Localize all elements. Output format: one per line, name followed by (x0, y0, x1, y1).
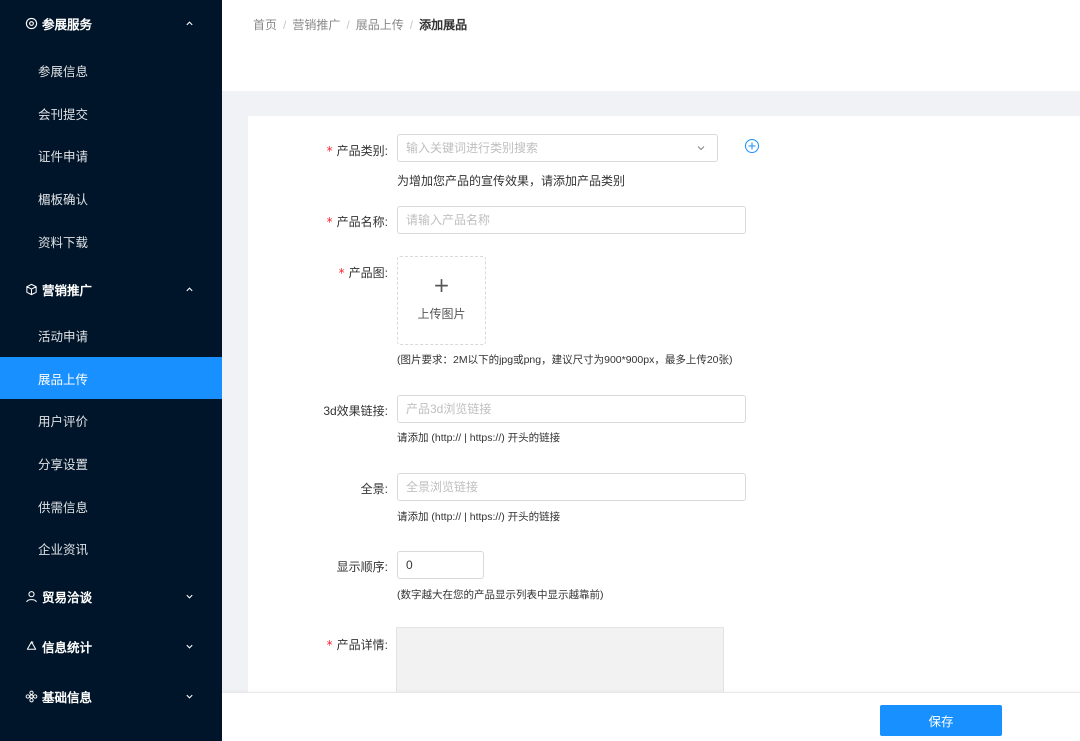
display-order-input[interactable] (397, 551, 484, 579)
link3d-help: 请添加 (http:// | https://) 开头的链接 (397, 432, 561, 444)
menu-group-basic-info[interactable]: 基础信息 (0, 673, 222, 719)
panorama-help: 请添加 (http:// | https://) 开头的链接 (397, 511, 561, 523)
menu-group-label: 基础信息 (42, 690, 93, 705)
link3d-input[interactable] (397, 395, 746, 423)
sidebar-item-catalog-submission[interactable]: 会刊提交 (0, 92, 222, 134)
breadcrumb-separator: / (283, 17, 287, 32)
breadcrumb-current: 添加展品 (419, 18, 468, 32)
menu-group-exhibition-services[interactable]: 参展服务 (0, 0, 222, 46)
breadcrumb-separator: / (346, 17, 350, 32)
breadcrumb-home[interactable]: 首页 (253, 16, 277, 33)
chevron-down-icon (184, 591, 194, 601)
category-help: 为增加您产品的宣传效果，请添加产品类别 (397, 174, 626, 188)
form-footer: 保存 (222, 692, 1080, 741)
breadcrumb-separator: / (409, 17, 414, 32)
image-upload[interactable]: + 上传图片 (397, 256, 486, 345)
target-icon (24, 16, 38, 30)
chevron-up-icon (184, 284, 194, 294)
sidebar-item-share-settings[interactable]: 分享设置 (0, 442, 222, 484)
chevron-down-icon (184, 641, 194, 651)
chevron-up-icon (184, 18, 194, 28)
breadcrumb: 首页 / 营销推广 / 展品上传 / 添加展品 (253, 16, 467, 33)
detail-label: * 产品详情: (326, 638, 388, 652)
sidebar-item-certificate-application[interactable]: 证件申请 (0, 134, 222, 176)
detail-editor[interactable] (396, 627, 724, 696)
breadcrumb-marketing[interactable]: 营销推广 (292, 16, 340, 33)
menu-group-statistics[interactable]: 信息统计 (0, 623, 222, 669)
menu-group-trade-negotiation[interactable]: 贸易洽谈 (0, 573, 222, 619)
add-circle-icon[interactable] (744, 138, 760, 154)
breadcrumb-product-upload[interactable]: 展品上传 (356, 16, 404, 33)
menu-group-label: 营销推广 (42, 283, 93, 298)
sidebar-item-materials-download[interactable]: 资料下载 (0, 220, 222, 262)
order-help: (数字越大在您的产品显示列表中显示越靠前) (397, 589, 604, 601)
sidebar-item-product-upload[interactable]: 展品上传 (0, 357, 222, 399)
page-header: 首页 / 营销推广 / 展品上传 / 添加展品 (222, 0, 1080, 91)
save-button[interactable]: 保存 (880, 705, 1002, 736)
category-label: * 产品类别: (326, 144, 388, 158)
sidebar-item-user-reviews[interactable]: 用户评价 (0, 399, 222, 441)
category-select[interactable] (397, 134, 718, 162)
image-help: (图片要求：2M以下的jpg或png，建议尺寸为900*900px，最多上传20… (397, 354, 733, 366)
recycle-icon (24, 639, 38, 653)
required-mark: * (326, 144, 333, 158)
panorama-input[interactable] (397, 473, 746, 501)
link3d-label: 3d效果链接: (323, 404, 388, 418)
product-name-input[interactable] (397, 206, 746, 234)
sidebar-item-supply-demand[interactable]: 供需信息 (0, 485, 222, 527)
required-mark: * (326, 215, 333, 229)
menu-group-marketing[interactable]: 营销推广 (0, 266, 222, 312)
panorama-label: 全景: (360, 482, 388, 496)
image-label: * 产品图: (338, 266, 388, 280)
required-mark: * (326, 638, 333, 652)
sidebar-item-exhibition-info[interactable]: 参展信息 (0, 49, 222, 91)
required-mark: * (338, 266, 345, 280)
sidebar-item-fascia-confirmation[interactable]: 楣板确认 (0, 177, 222, 219)
chevron-down-icon (184, 691, 194, 701)
user-icon (24, 589, 38, 603)
upload-label: 上传图片 (417, 307, 466, 321)
order-label: 显示顺序: (336, 560, 388, 574)
product-form: *产品类别: 为增加您产品的宣传效果，请添加产品类别 *产品名称: *产品图: … (248, 116, 1080, 696)
cube-icon (24, 282, 38, 296)
flower-icon (24, 689, 38, 703)
menu-group-label: 参展服务 (42, 17, 93, 32)
sidebar-item-activity-application[interactable]: 活动申请 (0, 314, 222, 356)
plus-icon: + (433, 273, 450, 297)
sidebar: 参展服务 参展信息 会刊提交 证件申请 楣板确认 资料下载 营销推广 活动申请 … (0, 0, 222, 741)
sidebar-item-company-news[interactable]: 企业资讯 (0, 527, 222, 569)
menu-group-label: 贸易洽谈 (42, 590, 93, 605)
menu-group-label: 信息统计 (42, 640, 93, 655)
name-label: * 产品名称: (326, 215, 388, 229)
